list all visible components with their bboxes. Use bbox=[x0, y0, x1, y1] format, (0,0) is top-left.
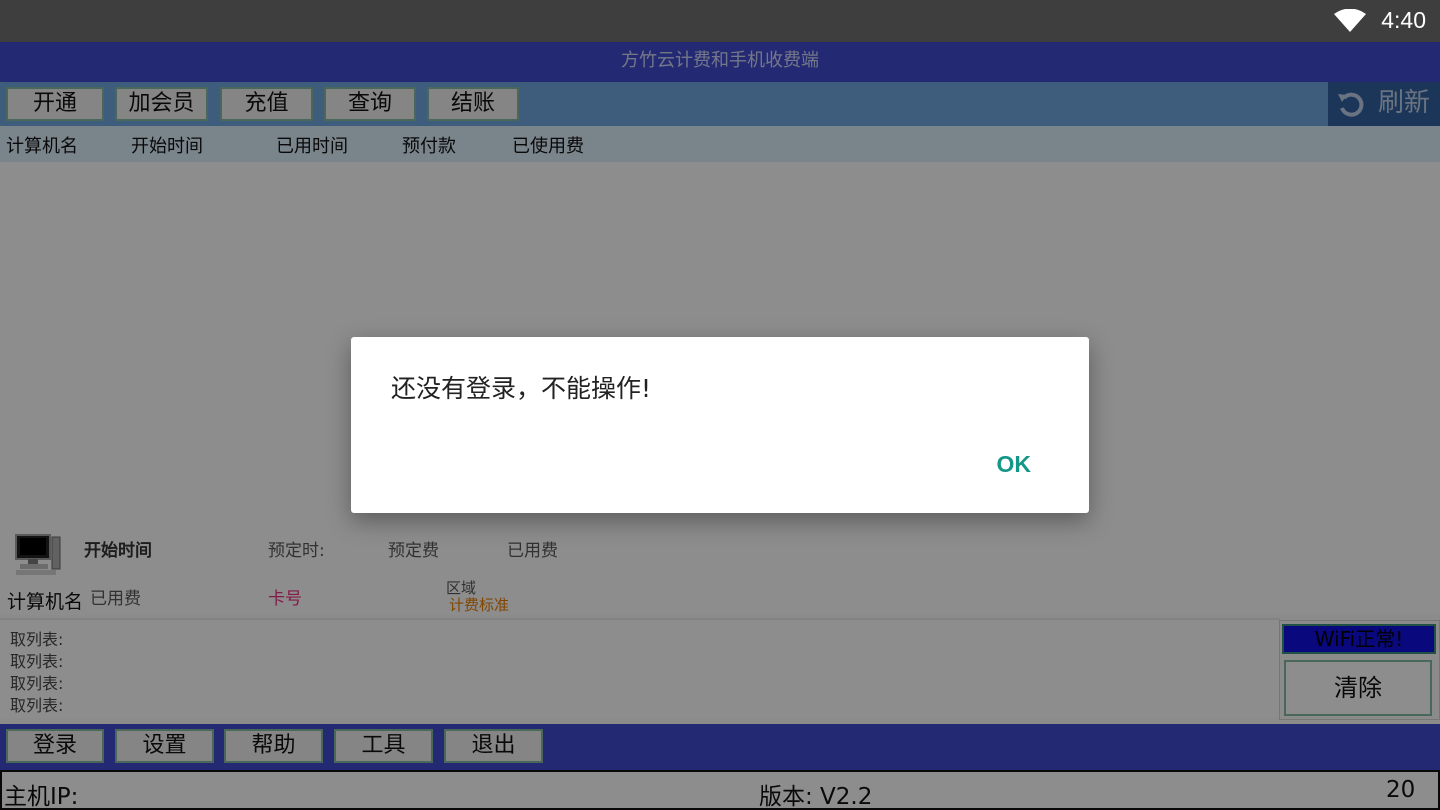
clock: 4:40 bbox=[1381, 7, 1426, 33]
dialog-message: 还没有登录，不能操作! bbox=[391, 374, 652, 403]
alert-dialog: 还没有登录，不能操作! OK bbox=[351, 337, 1089, 513]
status-bar: 4:40 bbox=[0, 0, 1440, 42]
wifi-icon bbox=[1334, 9, 1366, 32]
ok-button[interactable]: OK bbox=[977, 449, 1052, 480]
